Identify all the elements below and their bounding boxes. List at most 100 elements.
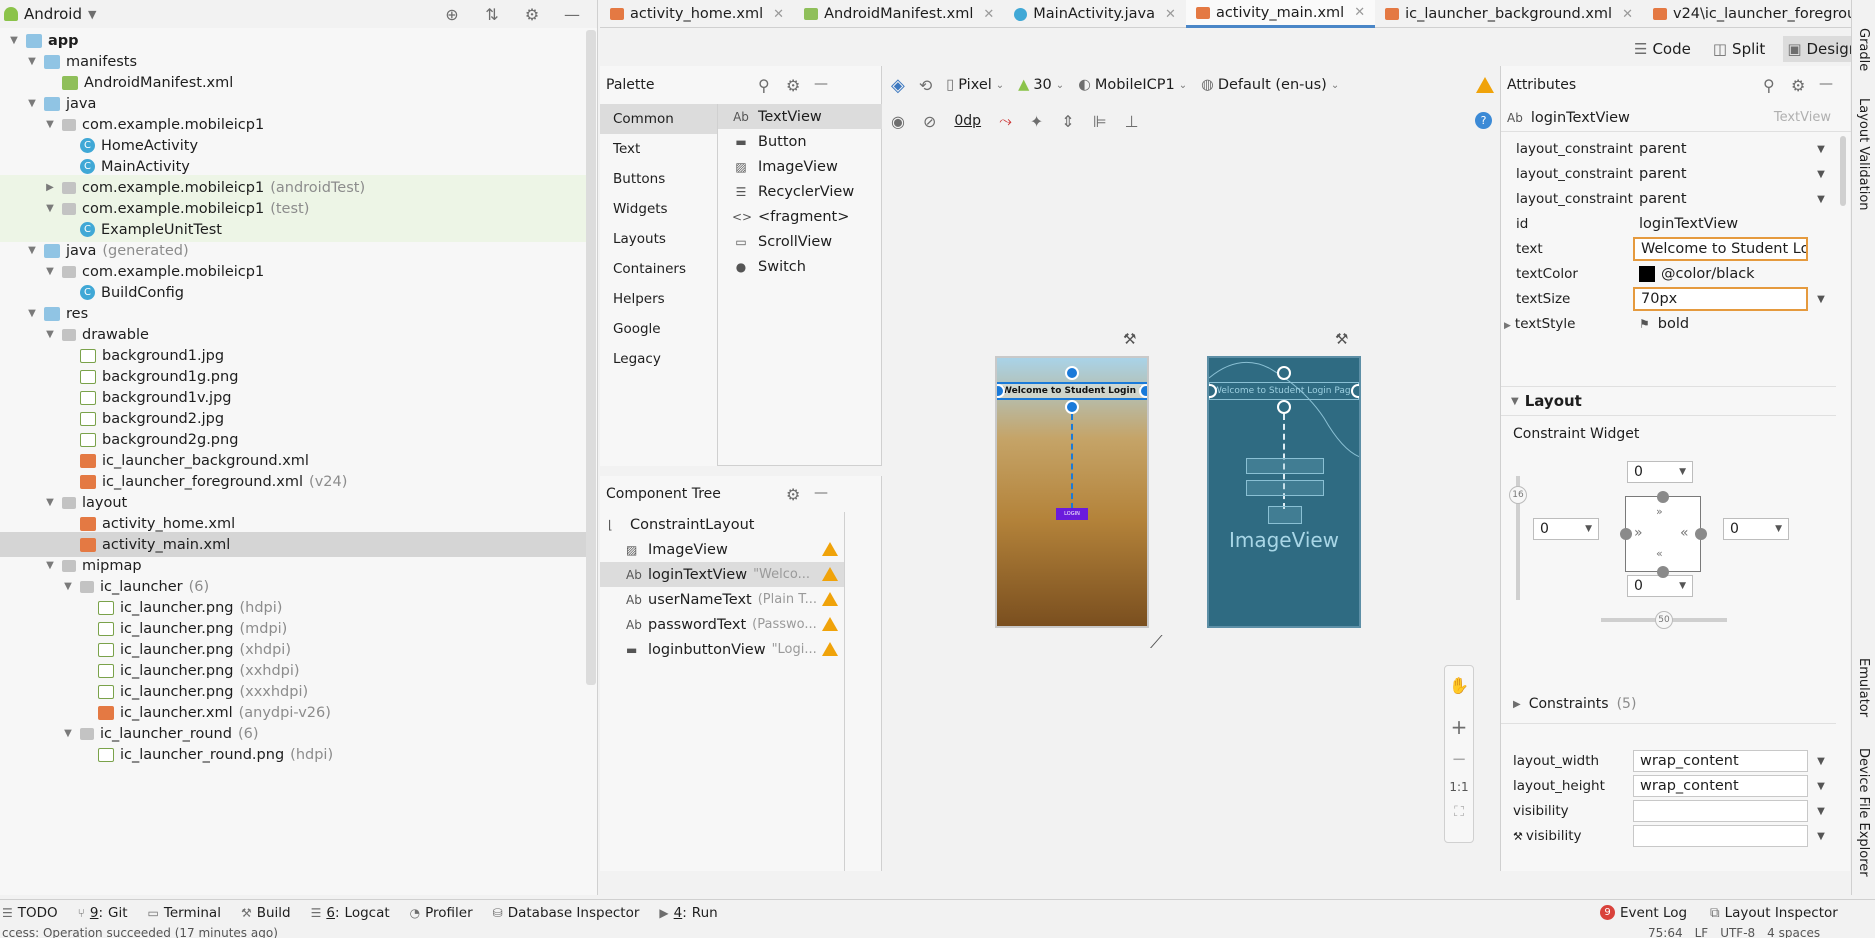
expand-triangle-icon[interactable]: ▼ (44, 266, 56, 278)
chevron-down-icon[interactable]: ▼ (1814, 806, 1828, 817)
expand-triangle-icon[interactable]: ▼ (44, 203, 56, 215)
zoom-in-icon[interactable]: + (1451, 715, 1468, 739)
palette-item[interactable]: ▭ ScrollView (718, 229, 882, 254)
attribute-value-field[interactable]: loginTextView (1633, 212, 1808, 236)
collapse-all-icon[interactable]: ⇅ (481, 3, 503, 25)
caret-position[interactable]: 75:64 (1648, 925, 1683, 938)
warning-icon[interactable] (822, 642, 838, 656)
expand-triangle-icon[interactable]: ▼ (26, 56, 38, 68)
color-swatch[interactable] (1639, 266, 1655, 282)
locate-icon[interactable]: ⊕ (441, 3, 463, 25)
constraint-handle[interactable] (1277, 400, 1291, 414)
resize-handle-icon[interactable]: ⟋ (1150, 632, 1163, 653)
warning-icon[interactable] (1476, 77, 1494, 93)
chevron-down-icon[interactable]: ▼ (1814, 294, 1828, 305)
expand-triangle-icon[interactable]: ▼ (44, 497, 56, 509)
device-file-explorer-tool-button[interactable]: Device File Explorer (1856, 748, 1871, 877)
constraint-dot[interactable] (1657, 491, 1669, 503)
pack-icon[interactable]: ⇕ (1061, 112, 1074, 131)
layout-inspector-button[interactable]: ⧉ Layout Inspector (1710, 905, 1838, 921)
constraint-handle[interactable] (1139, 384, 1147, 398)
palette-category[interactable]: Text (600, 134, 717, 164)
warning-icon[interactable] (822, 617, 838, 631)
login-button-preview[interactable]: LOGIN (1056, 508, 1088, 520)
margin-top-field[interactable]: 0 ▼ (1627, 461, 1693, 483)
palette-category[interactable]: Google (600, 314, 717, 344)
default-margin-field[interactable]: 0dp (954, 113, 981, 129)
palette-item[interactable]: ● Switch (718, 254, 882, 279)
theme-dropdown[interactable]: ◐ MobileICP1 ⌄ (1078, 77, 1187, 93)
palette-category[interactable]: Helpers (600, 284, 717, 314)
attribute-value-field[interactable]: Welcome to Student Log (1633, 237, 1808, 261)
component-tree-row[interactable]: Ab loginTextView "Welco... (600, 562, 844, 587)
design-preview[interactable]: Welcome to Student Login Page LOGIN (995, 356, 1149, 628)
layout-validation-tool-button[interactable]: Layout Validation (1856, 98, 1871, 211)
attribute-value-field[interactable]: @color/black (1633, 262, 1808, 286)
search-icon[interactable]: ⚲ (1763, 76, 1775, 95)
wrap-content-vertical-icon[interactable]: » (1656, 505, 1663, 518)
attribute-value-field[interactable]: ⚑ bold (1633, 312, 1808, 336)
constraint-dot[interactable] (1695, 528, 1707, 540)
magnet-off-icon[interactable]: ⊘ (923, 112, 936, 131)
close-icon[interactable]: ✕ (1165, 7, 1176, 22)
wrap-content-horizontal-icon[interactable]: « (1680, 525, 1689, 541)
attribute-value-dropdown[interactable]: wrap_content (1633, 750, 1808, 772)
close-icon[interactable]: ✕ (773, 7, 784, 22)
login-button-blueprint[interactable] (1268, 506, 1302, 524)
search-icon[interactable]: ⚲ (758, 76, 770, 95)
tool-window-button[interactable]: ▶ 4: Run (659, 905, 717, 921)
password-field-blueprint[interactable] (1246, 480, 1324, 496)
constraint-handle[interactable] (1065, 400, 1079, 414)
zoom-fit-icon[interactable]: ⛶ (1454, 804, 1464, 820)
welcome-textview-preview[interactable]: Welcome to Student Login Page (997, 382, 1147, 400)
editor-tab[interactable]: activity_home.xml ✕ (600, 0, 794, 28)
palette-category[interactable]: Legacy (600, 344, 717, 374)
expand-triangle-icon[interactable]: ▼ (26, 98, 38, 110)
blueprint-preview[interactable]: Welcome to Student Login Page ImageView (1207, 356, 1361, 628)
chevron-down-icon[interactable]: ▼ (1814, 756, 1828, 767)
zoom-out-icon[interactable]: − (1451, 749, 1466, 770)
infer-constraints-icon[interactable]: ✦ (1030, 112, 1043, 131)
editor-tab[interactable]: ic_launcher_background.xml ✕ (1375, 0, 1643, 28)
expand-triangle-icon[interactable]: ▶ (1504, 321, 1511, 331)
close-icon[interactable]: ✕ (1622, 7, 1633, 22)
constraint-dot[interactable] (1657, 566, 1669, 578)
editor-tab[interactable]: activity_main.xml ✕ (1185, 0, 1376, 28)
tool-window-button[interactable]: ▭ Terminal (148, 905, 221, 921)
palette-category[interactable]: Common (600, 104, 717, 134)
palette-category[interactable]: Buttons (600, 164, 717, 194)
editor-tab[interactable]: v24\ic_launcher_foreground.xr (1643, 0, 1875, 28)
expand-triangle-icon[interactable]: ▼ (44, 329, 56, 341)
attribute-value-field[interactable]: parent (1633, 187, 1808, 211)
component-tree-row[interactable]: ▨ ImageView (600, 537, 844, 562)
layers-icon[interactable]: ◈ (891, 75, 905, 96)
close-icon[interactable]: ✕ (983, 7, 994, 22)
collapse-triangle-icon[interactable]: ▶ (44, 182, 56, 194)
palette-item[interactable]: ☰ RecyclerView (718, 179, 882, 204)
tool-window-button[interactable]: ☰ 6: Logcat (311, 905, 390, 921)
wrap-content-horizontal-icon[interactable]: » (1634, 525, 1643, 541)
component-tree-row[interactable]: Ab userNameText (Plain T... (600, 587, 844, 612)
attribute-value-field[interactable]: parent (1633, 137, 1808, 161)
chevron-down-icon[interactable]: ▼ (1814, 169, 1828, 180)
gear-icon[interactable]: ⚙ (786, 485, 800, 504)
expand-triangle-icon[interactable]: ▼ (62, 728, 74, 740)
close-icon[interactable]: ✕ (1354, 5, 1365, 20)
margin-left-field[interactable]: 0 ▼ (1533, 518, 1599, 540)
project-scrollbar[interactable] (586, 30, 596, 685)
constraint-handle[interactable] (1277, 366, 1291, 380)
expand-triangle-icon[interactable]: ▼ (44, 560, 56, 572)
component-tree-row[interactable]: ⌊ ConstraintLayout (600, 512, 844, 537)
palette-category[interactable]: Layouts (600, 224, 717, 254)
tool-window-button[interactable]: ⑂ 9: Git (78, 905, 128, 921)
attribute-value-dropdown[interactable] (1633, 825, 1808, 847)
device-dropdown[interactable]: ▯ Pixel ⌄ (946, 77, 1004, 93)
zoom-ratio-button[interactable]: 1:1 (1449, 780, 1468, 794)
gear-icon[interactable]: ⚙ (521, 3, 543, 25)
attributes-scrollbar[interactable] (1840, 136, 1846, 206)
gear-icon[interactable]: ⚙ (786, 76, 800, 95)
eye-icon[interactable]: ◉ (891, 112, 905, 131)
guidelines-icon[interactable]: ⊥ (1125, 112, 1139, 131)
username-field-blueprint[interactable] (1246, 458, 1324, 474)
chevron-down-icon[interactable]: ▼ (1814, 781, 1828, 792)
